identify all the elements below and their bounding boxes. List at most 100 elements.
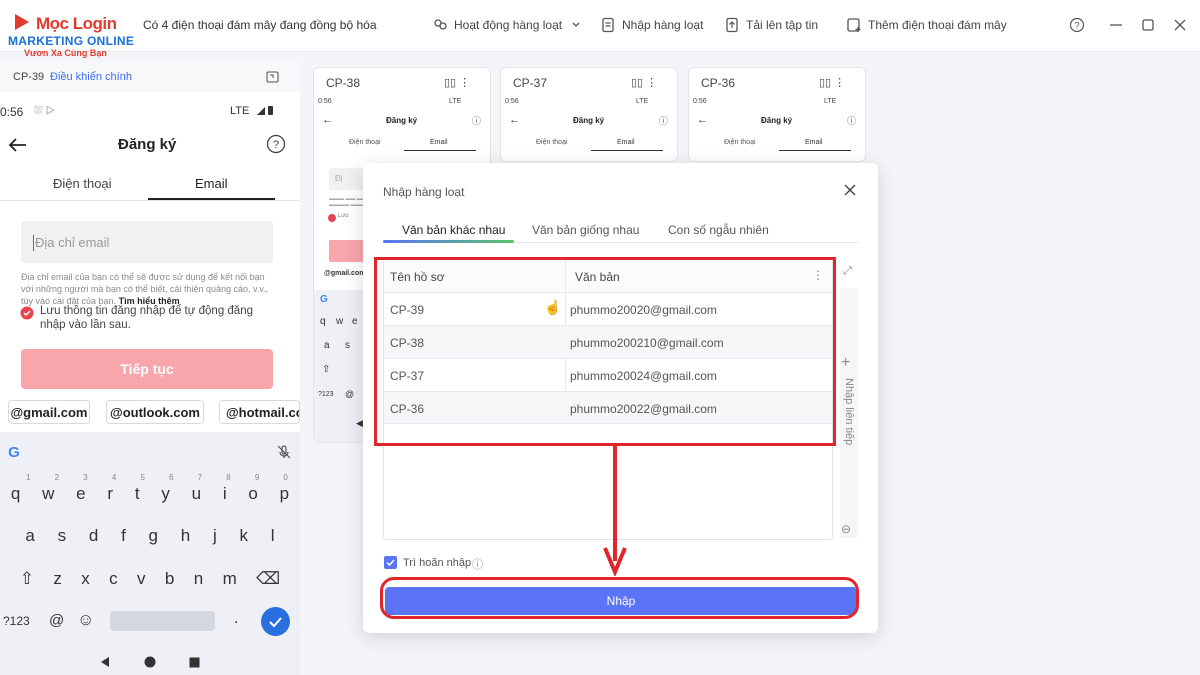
delay-checkbox[interactable] [384, 556, 397, 569]
key-f[interactable]: f [121, 526, 126, 546]
email-suggestion-hotmail[interactable]: @hotmail.com [219, 400, 300, 424]
batch-operations-label: Hoạt động hàng loạt [454, 18, 563, 32]
nav-back-icon[interactable] [100, 656, 110, 668]
tab-divider [0, 200, 300, 201]
key-g[interactable]: g [149, 526, 158, 546]
card-status-net: LTE [824, 98, 837, 105]
sequential-input-strip[interactable]: + Nhập liên tiếp ⊖ [840, 288, 858, 538]
key-b[interactable]: b [165, 569, 174, 589]
card-screen-icon[interactable]: ▯▯ ⋮ [819, 76, 845, 89]
maximize-icon[interactable] [1140, 17, 1156, 33]
key-k[interactable]: k [240, 526, 249, 546]
key-symbols[interactable]: ?123 [3, 614, 30, 628]
key-period[interactable]: . [234, 610, 238, 628]
space-bar[interactable] [110, 611, 215, 631]
email-suggestion-outlook[interactable]: @outlook.com [106, 400, 204, 424]
key-a[interactable]: a [25, 526, 34, 546]
check-icon [269, 617, 282, 628]
card-tab-email[interactable]: Email [430, 139, 448, 146]
key-v[interactable]: v [137, 569, 146, 589]
key-q[interactable]: q [11, 484, 20, 504]
enter-check-button[interactable] [261, 607, 290, 636]
minus-circle-icon[interactable]: ⊖ [841, 522, 851, 536]
tab-random-number[interactable]: Con số ngẫu nhiên [668, 223, 769, 237]
continue-button[interactable]: Tiếp tục [21, 349, 273, 389]
nav-home-icon[interactable] [144, 656, 156, 668]
key-c[interactable]: c [109, 569, 118, 589]
on-screen-keyboard[interactable]: G q w e r t y u i o p 1 2 3 4 5 6 7 8 9 … [0, 432, 300, 675]
key-m[interactable]: m [223, 569, 237, 589]
key-r[interactable]: r [107, 484, 113, 504]
key-w[interactable]: w [42, 484, 54, 504]
key-n[interactable]: n [194, 569, 203, 589]
card-status-time: 0:56 [693, 98, 707, 105]
card-help-icon[interactable]: ⓘ [472, 114, 481, 127]
card-tab-phone[interactable]: Điện thoại [349, 139, 381, 146]
card-screen-icon[interactable]: ▯▯ ⋮ [444, 76, 470, 89]
plus-icon[interactable]: + [841, 354, 850, 372]
close-window-icon[interactable] [1172, 17, 1188, 33]
card-tab-email[interactable]: Email [617, 139, 635, 146]
card-back-icon[interactable]: ← [322, 114, 333, 126]
key-e[interactable]: e [76, 484, 85, 504]
tab-different-text[interactable]: Văn bản khác nhau [402, 223, 505, 237]
screen-toggle-icon[interactable] [266, 71, 279, 83]
close-icon[interactable] [844, 184, 856, 196]
nav-recents-icon[interactable] [189, 657, 200, 668]
expand-icon[interactable]: ⤢ [843, 265, 852, 278]
key-u[interactable]: u [192, 484, 201, 504]
main-control-label[interactable]: Điều khiển chính [50, 71, 132, 83]
key-y[interactable]: y [161, 484, 170, 504]
key-h[interactable]: h [181, 526, 190, 546]
card-id: CP-38 [326, 76, 361, 90]
key-z[interactable]: z [53, 569, 62, 589]
card-tab-phone[interactable]: Điện thoại [724, 139, 756, 146]
card-tab-phone[interactable]: Điện thoại [536, 139, 568, 146]
tab-phone[interactable]: Điện thoại [53, 176, 112, 191]
phone-card-cp37[interactable]: CP-37 ▯▯ ⋮ 0:56 LTE ← Đăng ký ⓘ Điện tho… [500, 67, 678, 162]
help-circle-icon[interactable]: ? [266, 134, 286, 154]
batch-input-label: Nhập hàng loạt [622, 18, 704, 32]
mic-off-icon[interactable] [276, 444, 292, 460]
back-arrow-icon[interactable] [8, 137, 28, 153]
tab-indicator [148, 198, 275, 200]
card-tab-email[interactable]: Email [805, 139, 823, 146]
shift-icon[interactable]: ⇧ [20, 569, 34, 589]
save-login-text: Lưu thông tin đăng nhập để tự động đăng … [40, 305, 253, 331]
phone-card-cp36[interactable]: CP-36 ▯▯ ⋮ 0:56 LTE ← Đăng ký ⓘ Điện tho… [688, 67, 866, 162]
card-help-icon[interactable]: ⓘ [847, 114, 856, 127]
key-t[interactable]: t [135, 484, 140, 504]
card-help-icon[interactable]: ⓘ [659, 114, 668, 127]
tab-email[interactable]: Email [195, 176, 228, 191]
svg-text:?: ? [1074, 21, 1079, 31]
card-back-icon[interactable]: ← [697, 114, 708, 126]
card-screen-icon[interactable]: ▯▯ ⋮ [631, 76, 657, 89]
highlight-box-table [374, 257, 836, 446]
checkbox-checked-icon[interactable] [20, 306, 34, 320]
batch-operations-menu[interactable]: Hoạt động hàng loạt [432, 17, 584, 33]
batch-input-button[interactable]: Nhập hàng loạt [600, 17, 703, 33]
disclaimer-text: Địa chỉ email của bạn có thể sẽ được sử … [21, 272, 269, 306]
key-j[interactable]: j [213, 526, 217, 546]
upload-file-button[interactable]: Tải lên tập tin [724, 17, 818, 33]
key-o[interactable]: o [248, 484, 257, 504]
backspace-icon[interactable]: ⌫ [256, 569, 280, 589]
card-back-icon[interactable]: ← [509, 114, 520, 126]
key-at[interactable]: @ [49, 612, 64, 629]
emoji-icon[interactable]: ☺ [77, 610, 94, 630]
help-icon[interactable]: ? [1069, 17, 1085, 33]
add-cloud-phone-button[interactable]: Thêm điện thoại đám mây [846, 17, 1007, 33]
key-l[interactable]: l [271, 526, 275, 546]
keyboard-row-3: ⇧ z x c v b n m ⌫ [0, 569, 300, 589]
key-i[interactable]: i [223, 484, 227, 504]
key-p[interactable]: p [280, 484, 289, 504]
email-input[interactable]: Địa chỉ email [21, 221, 273, 263]
tab-same-text[interactable]: Văn bản giống nhau [532, 223, 639, 237]
key-x[interactable]: x [81, 569, 90, 589]
key-s[interactable]: s [58, 526, 67, 546]
card-status-time: 0:56 [505, 98, 519, 105]
info-icon[interactable]: ⓘ [472, 556, 483, 572]
key-d[interactable]: d [89, 526, 98, 546]
minimize-icon[interactable] [1108, 17, 1124, 33]
email-suggestion-gmail[interactable]: @gmail.com [8, 400, 90, 424]
